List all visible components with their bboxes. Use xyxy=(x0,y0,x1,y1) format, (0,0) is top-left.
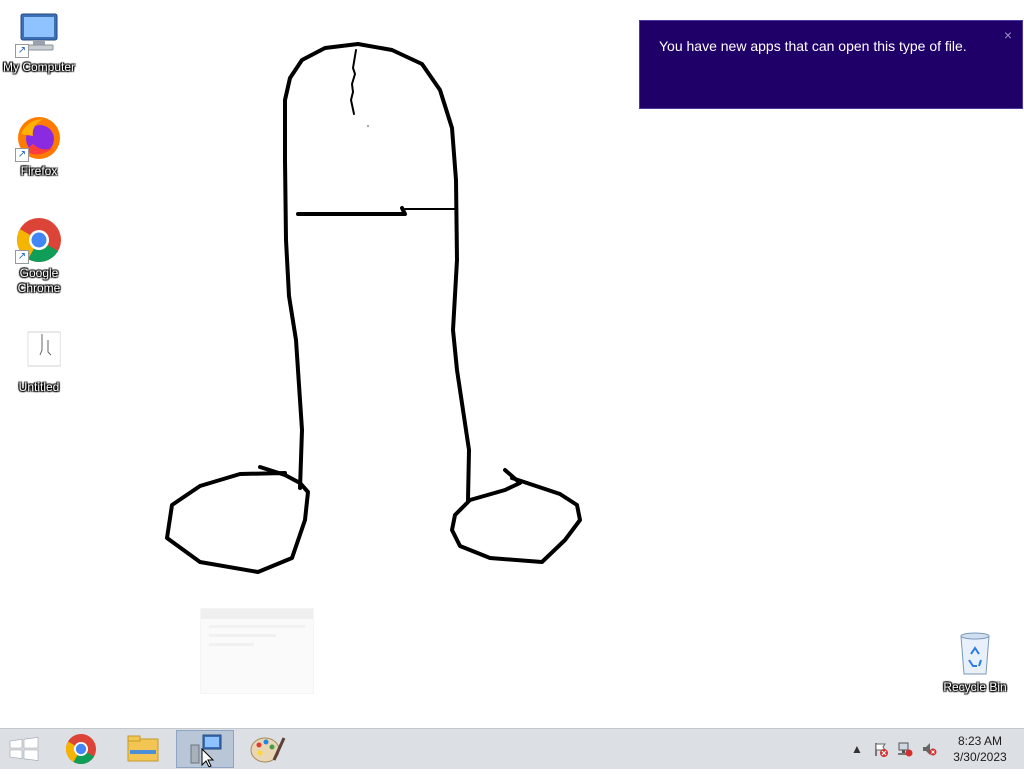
desktop-icon-label: Firefox xyxy=(20,164,58,178)
desktop-icon-my-computer[interactable]: ↗ My Computer xyxy=(0,10,78,75)
shortcut-arrow-icon: ↗ xyxy=(15,44,29,58)
action-center-flag-icon[interactable] xyxy=(873,741,889,757)
clock-time: 8:23 AM xyxy=(957,734,1003,748)
desktop-icon-label: Untitled xyxy=(18,380,60,394)
desktop-icon-label: Google Chrome xyxy=(17,266,61,295)
paint-file-icon xyxy=(15,330,63,378)
desktop-icon-recycle-bin[interactable]: Recycle Bin xyxy=(936,630,1014,695)
shortcut-arrow-icon: ↗ xyxy=(15,148,29,162)
close-icon[interactable]: × xyxy=(1000,27,1016,43)
chrome-icon: ↗ xyxy=(15,216,63,264)
clock-date: 3/30/2023 xyxy=(953,750,1007,764)
new-apps-notification[interactable]: You have new apps that can open this typ… xyxy=(639,20,1023,109)
taskbar-clock[interactable]: 8:23 AM 3/30/2023 xyxy=(948,733,1012,765)
desktop-icon-label: Recycle Bin xyxy=(943,680,1007,694)
freehand-drawing xyxy=(165,42,582,574)
volume-muted-icon[interactable] xyxy=(921,741,937,757)
recycle-bin-icon xyxy=(951,630,999,678)
desktop: ↗ My Computer ↗ Firefox ↗ Google Chrome … xyxy=(0,0,1024,728)
computer-icon: ↗ xyxy=(15,10,63,58)
desktop-icon-label: My Computer xyxy=(2,60,76,74)
shortcut-arrow-icon: ↗ xyxy=(15,250,29,264)
network-icon[interactable] xyxy=(897,741,913,757)
faded-window-thumbnail xyxy=(200,608,314,694)
desktop-icon-untitled[interactable]: Untitled xyxy=(0,330,78,395)
notification-message: You have new apps that can open this typ… xyxy=(659,38,967,54)
taskbar: ▲ 8:23 AM 3/30/2023 xyxy=(0,728,1024,769)
firefox-icon: ↗ xyxy=(15,114,63,162)
desktop-icon-firefox[interactable]: ↗ Firefox xyxy=(0,114,78,179)
show-hidden-icons-icon[interactable]: ▲ xyxy=(849,741,865,757)
system-tray: ▲ 8:23 AM 3/30/2023 xyxy=(0,729,1024,769)
desktop-icon-google-chrome[interactable]: ↗ Google Chrome xyxy=(0,216,78,296)
